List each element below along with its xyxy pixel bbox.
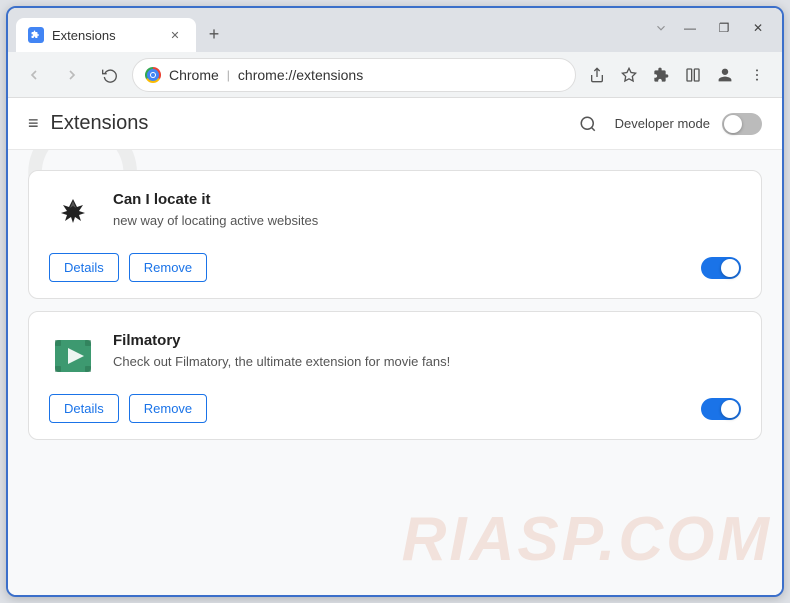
extension-description: new way of locating active websites (113, 212, 741, 230)
extension-icon (49, 191, 97, 239)
details-button[interactable]: Details (49, 253, 119, 282)
tab-title: Extensions (52, 28, 158, 43)
filmatory-icon (51, 334, 95, 378)
minimize-button[interactable]: — (674, 12, 706, 44)
extension-toggle[interactable] (701, 257, 741, 279)
three-dots-icon (749, 67, 765, 83)
extensions-icon (653, 67, 669, 83)
tab-close-button[interactable]: ✕ (166, 26, 184, 44)
title-bar: Extensions ✕ + — ❐ ✕ (8, 8, 782, 52)
extensions-button[interactable] (646, 60, 676, 90)
extension-name: Can I locate it (113, 191, 741, 208)
close-button[interactable]: ✕ (742, 12, 774, 44)
puzzle-icon (30, 29, 42, 41)
extension-header: Filmatory Check out Filmatory, the ultim… (49, 332, 741, 380)
details-button[interactable]: Details (49, 394, 119, 423)
extension-header: Can I locate it new way of locating acti… (49, 191, 741, 239)
search-icon (579, 115, 597, 133)
maximize-button[interactable]: ❐ (708, 12, 740, 44)
search-button[interactable] (573, 109, 603, 139)
remove-button[interactable]: Remove (129, 394, 207, 423)
back-button[interactable] (18, 59, 50, 91)
remove-button[interactable]: Remove (129, 253, 207, 282)
page-header: ≡ Extensions Developer mode (8, 98, 782, 150)
toggle-knob (724, 115, 742, 133)
can-locate-it-icon (51, 193, 95, 237)
extension-info: Can I locate it new way of locating acti… (113, 191, 741, 230)
extension-actions: Details Remove (49, 253, 741, 282)
window-controls: — ❐ ✕ (654, 12, 774, 48)
back-icon (26, 67, 42, 83)
dev-mode-label: Developer mode (615, 116, 710, 131)
page-title: Extensions (51, 112, 573, 135)
extension-name: Filmatory (113, 332, 741, 349)
nav-action-buttons (582, 60, 772, 90)
browser-brand: Chrome (169, 67, 219, 83)
toggle-knob (721, 400, 739, 418)
extension-actions: Details Remove (49, 394, 741, 423)
split-view-button[interactable] (678, 60, 708, 90)
active-tab[interactable]: Extensions ✕ (16, 18, 196, 52)
address-bar[interactable]: Chrome | chrome://extensions (132, 58, 576, 92)
bookmark-button[interactable] (614, 60, 644, 90)
extension-card: Filmatory Check out Filmatory, the ultim… (28, 311, 762, 440)
reload-icon (102, 67, 118, 83)
extension-info: Filmatory Check out Filmatory, the ultim… (113, 332, 741, 371)
extension-toggle[interactable] (701, 398, 741, 420)
extension-icon (49, 332, 97, 380)
browser-window: Extensions ✕ + — ❐ ✕ (6, 6, 784, 597)
forward-button[interactable] (56, 59, 88, 91)
share-button[interactable] (582, 60, 612, 90)
new-tab-button[interactable]: + (200, 20, 228, 48)
hamburger-menu-icon[interactable]: ≡ (28, 113, 39, 134)
nav-bar: Chrome | chrome://extensions (8, 52, 782, 98)
tab-icon (28, 27, 44, 43)
chrome-menu-button[interactable] (742, 60, 772, 90)
dev-mode-toggle[interactable] (722, 113, 762, 135)
tab-area: Extensions ✕ + (16, 8, 654, 52)
profile-button[interactable] (710, 60, 740, 90)
watermark-text: RIASP.COM (402, 504, 772, 575)
header-actions: Developer mode (573, 109, 762, 139)
forward-icon (64, 67, 80, 83)
extensions-list: Can I locate it new way of locating acti… (8, 150, 782, 460)
chrome-logo-icon (145, 67, 161, 83)
split-view-icon (685, 67, 701, 83)
bookmark-icon (621, 67, 637, 83)
chevron-down-icon (654, 21, 668, 35)
extension-card: Can I locate it new way of locating acti… (28, 170, 762, 299)
url-text: chrome://extensions (238, 67, 363, 83)
page-content: ≡ Extensions Developer mode (8, 98, 782, 595)
reload-button[interactable] (94, 59, 126, 91)
profile-icon (717, 67, 733, 83)
extension-description: Check out Filmatory, the ultimate extens… (113, 353, 741, 371)
toggle-knob (721, 259, 739, 277)
share-icon (589, 67, 605, 83)
